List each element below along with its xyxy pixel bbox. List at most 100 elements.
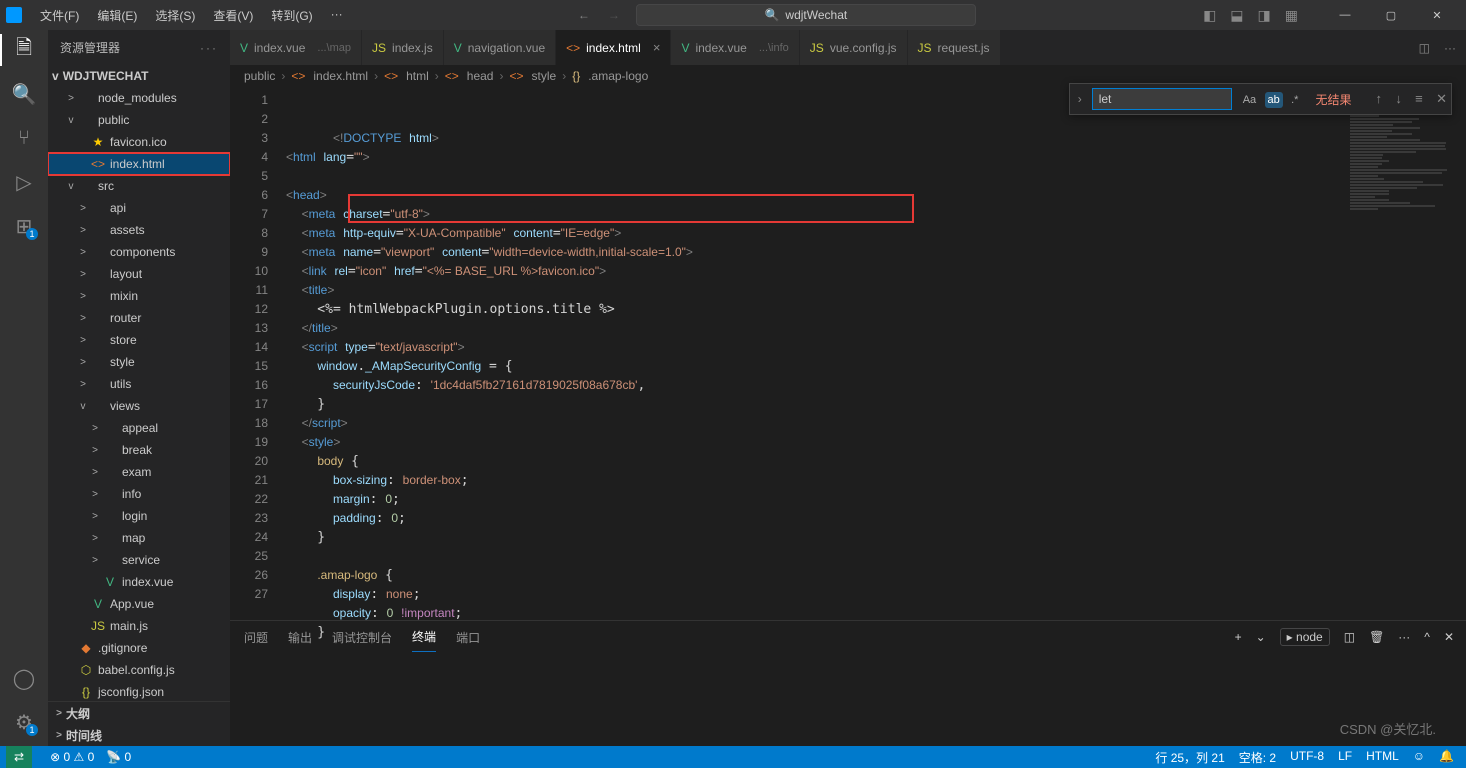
status-errors[interactable]: ⊗ 0 ⚠ 0 (50, 750, 94, 764)
menu-go[interactable]: 转到(G) (263, 3, 320, 28)
new-terminal-icon[interactable]: + (1235, 624, 1242, 650)
tree-item-login[interactable]: >login (48, 505, 230, 527)
breadcrumb-public[interactable]: public (244, 69, 275, 83)
panel-maximize-icon[interactable]: ^ (1424, 624, 1430, 650)
tab-index.vue[interactable]: Vindex.vue...\info (671, 30, 799, 65)
status-bell-icon[interactable]: 🔔 (1439, 749, 1454, 766)
find-input[interactable] (1092, 88, 1232, 110)
panel-tab-问题[interactable]: 问题 (244, 623, 268, 652)
kill-terminal-icon[interactable]: 🗑 (1369, 624, 1384, 650)
search-icon[interactable]: 🔍 (12, 82, 36, 106)
toggle-panel-left-icon[interactable]: ◧ (1203, 7, 1216, 24)
status-line-col[interactable]: 行 25，列 21 (1155, 749, 1224, 766)
panel-more-icon[interactable]: ··· (1398, 624, 1410, 650)
timeline-section[interactable]: >时间线 (48, 724, 230, 746)
tab-close-icon[interactable]: × (653, 40, 661, 55)
command-center[interactable]: 🔍 wdjtWechat (636, 4, 976, 26)
tree-item-views[interactable]: vviews (48, 395, 230, 417)
tree-item-info[interactable]: >info (48, 483, 230, 505)
tree-item-babel.config.js[interactable]: ⬡babel.config.js (48, 659, 230, 681)
tree-item-exam[interactable]: >exam (48, 461, 230, 483)
window-minimize-icon[interactable]: — (1324, 0, 1366, 30)
status-spaces[interactable]: 空格: 2 (1239, 749, 1276, 766)
tree-item-jsconfig.json[interactable]: {}jsconfig.json (48, 681, 230, 701)
split-editor-icon[interactable]: ◫ (1419, 41, 1430, 55)
tree-item-index.html[interactable]: <>index.html (48, 153, 230, 175)
tab-more-icon[interactable]: ··· (1444, 41, 1456, 55)
tree-item-service[interactable]: >service (48, 549, 230, 571)
status-feedback-icon[interactable]: ☺ (1413, 749, 1425, 766)
code-content[interactable]: <!DOCTYPE html> <html lang=""> <head> <m… (286, 87, 1346, 620)
tree-item-App.vue[interactable]: VApp.vue (48, 593, 230, 615)
tab-navigation.vue[interactable]: Vnavigation.vue (444, 30, 556, 65)
tree-item-layout[interactable]: >layout (48, 263, 230, 285)
extensions-icon[interactable]: ⊞1 (12, 214, 36, 238)
tree-item-src[interactable]: vsrc (48, 175, 230, 197)
match-case-icon[interactable]: Aa (1240, 92, 1259, 108)
tree-item-mixin[interactable]: >mixin (48, 285, 230, 307)
tree-item-node_modules[interactable]: >node_modules (48, 87, 230, 109)
nav-back-icon[interactable]: ← (578, 8, 590, 22)
sidebar-more-icon[interactable]: ··· (200, 41, 218, 55)
source-control-icon[interactable]: ⑂ (12, 126, 36, 150)
terminal-body[interactable] (230, 653, 1466, 746)
tab-vue.config.js[interactable]: JSvue.config.js (800, 30, 908, 65)
explorer-icon[interactable]: 🗎 (12, 38, 36, 62)
tree-item-utils[interactable]: >utils (48, 373, 230, 395)
panel-tab-端口[interactable]: 端口 (456, 623, 480, 652)
tree-item-components[interactable]: >components (48, 241, 230, 263)
minimap[interactable] (1346, 87, 1466, 620)
breadcrumb-.amap-logo[interactable]: .amap-logo (588, 69, 648, 83)
toggle-panel-right-icon[interactable]: ◨ (1258, 7, 1271, 24)
window-maximize-icon[interactable]: ▢ (1370, 0, 1412, 30)
status-language[interactable]: HTML (1366, 749, 1399, 766)
tree-item-store[interactable]: >store (48, 329, 230, 351)
tree-item-.gitignore[interactable]: ◆.gitignore (48, 637, 230, 659)
terminal-node[interactable]: ▸ node (1280, 628, 1330, 646)
match-whole-word-icon[interactable]: ab (1265, 92, 1283, 108)
tab-index.vue[interactable]: Vindex.vue...\map (230, 30, 362, 65)
menu-more[interactable]: ··· (323, 3, 351, 28)
tree-item-index.vue[interactable]: Vindex.vue (48, 571, 230, 593)
status-eol[interactable]: LF (1338, 749, 1352, 766)
status-encoding[interactable]: UTF-8 (1290, 749, 1324, 766)
panel-tab-调试控制台[interactable]: 调试控制台 (332, 623, 392, 652)
menu-view[interactable]: 查看(V) (205, 3, 261, 28)
panel-close-icon[interactable]: ✕ (1444, 624, 1454, 650)
tab-index.js[interactable]: JSindex.js (362, 30, 444, 65)
tree-item-router[interactable]: >router (48, 307, 230, 329)
regex-icon[interactable]: .* (1288, 92, 1301, 108)
find-next-icon[interactable]: ↓ (1395, 91, 1402, 106)
customize-layout-icon[interactable]: ▦ (1285, 7, 1298, 24)
breadcrumb-style[interactable]: style (532, 69, 557, 83)
find-prev-icon[interactable]: ↑ (1375, 91, 1382, 106)
tab-index.html[interactable]: <>index.html× (556, 30, 671, 65)
panel-tab-终端[interactable]: 终端 (412, 622, 436, 652)
find-expand-icon[interactable]: › (1074, 92, 1086, 106)
accounts-icon[interactable]: ◯ (12, 666, 36, 690)
tree-item-appeal[interactable]: >appeal (48, 417, 230, 439)
run-debug-icon[interactable]: ▷ (12, 170, 36, 194)
project-header[interactable]: vWDJTWECHAT (48, 65, 230, 87)
status-ports[interactable]: 📡 0 (106, 750, 131, 764)
tree-item-public[interactable]: vpublic (48, 109, 230, 131)
breadcrumb-head[interactable]: head (467, 69, 494, 83)
remote-indicator-icon[interactable]: ⇄ (6, 746, 32, 768)
breadcrumb-index.html[interactable]: index.html (313, 69, 368, 83)
menu-file[interactable]: 文件(F) (32, 3, 87, 28)
tree-item-main.js[interactable]: JSmain.js (48, 615, 230, 637)
find-filter-icon[interactable]: ≡ (1415, 91, 1423, 106)
settings-gear-icon[interactable]: ⚙1 (12, 710, 36, 734)
toggle-panel-bottom-icon[interactable]: ⬓ (1230, 7, 1243, 24)
tree-item-break[interactable]: >break (48, 439, 230, 461)
tree-item-style[interactable]: >style (48, 351, 230, 373)
find-close-icon[interactable]: ✕ (1436, 91, 1447, 106)
menu-selection[interactable]: 选择(S) (147, 3, 203, 28)
terminal-dropdown-icon[interactable]: ⌄ (1256, 624, 1266, 650)
split-terminal-icon[interactable]: ◫ (1344, 624, 1355, 650)
window-close-icon[interactable]: ✕ (1416, 0, 1458, 30)
tree-item-assets[interactable]: >assets (48, 219, 230, 241)
nav-forward-icon[interactable]: → (608, 8, 620, 22)
tree-item-api[interactable]: >api (48, 197, 230, 219)
outline-section[interactable]: >大纲 (48, 702, 230, 724)
